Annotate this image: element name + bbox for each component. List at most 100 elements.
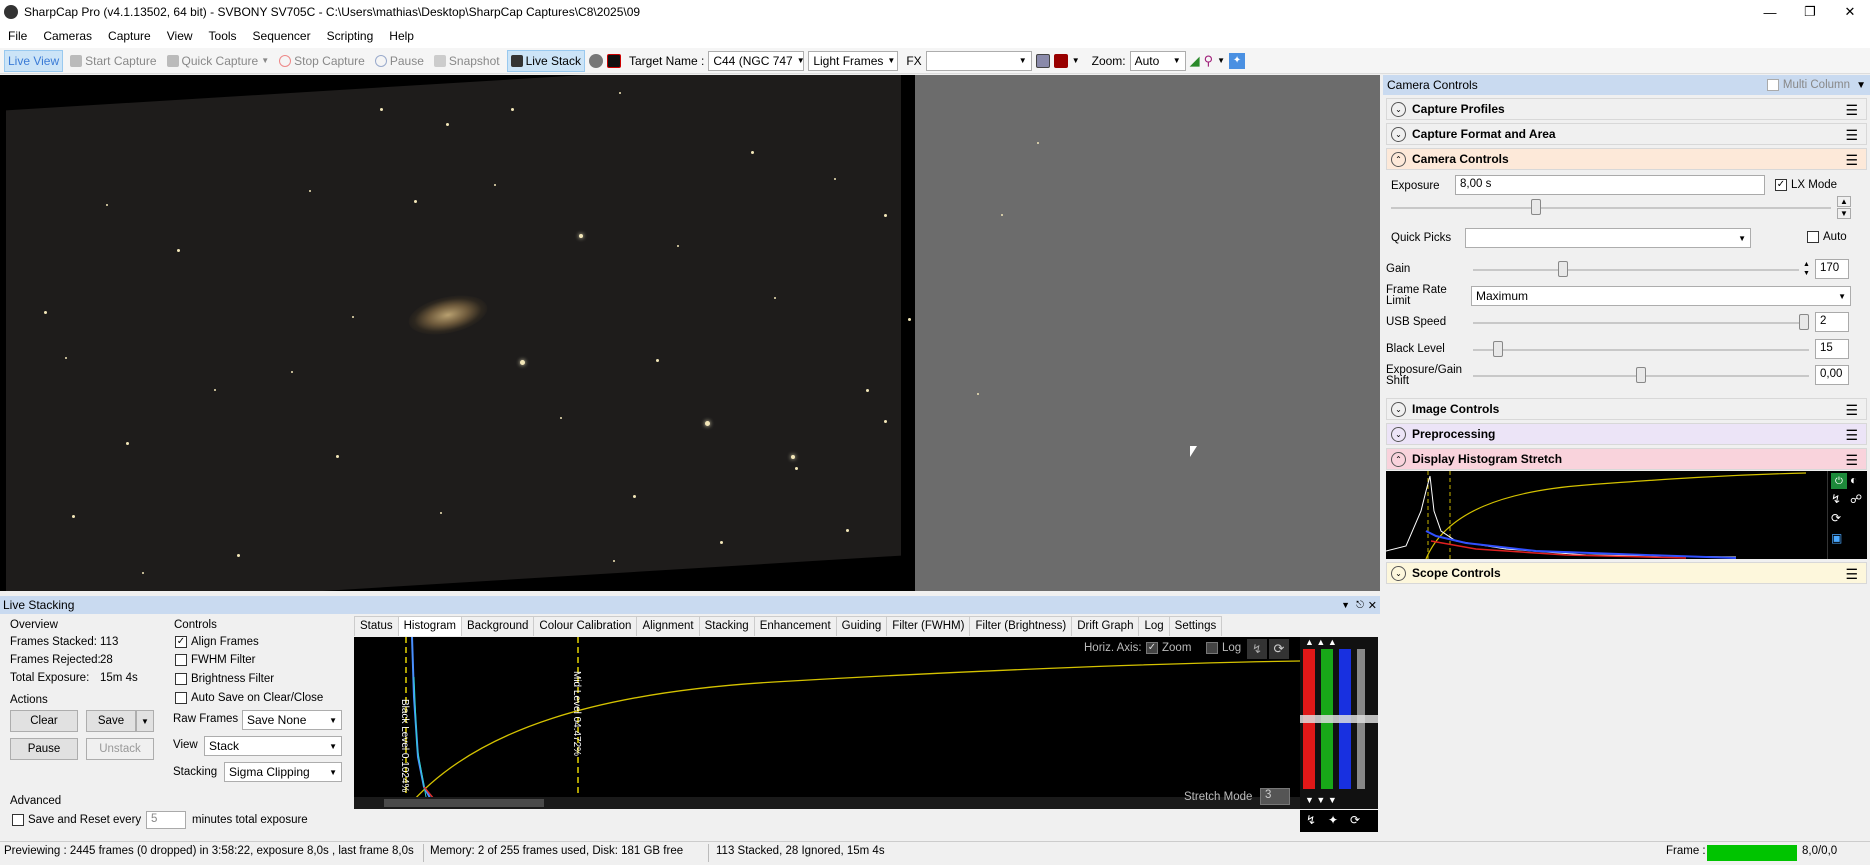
- align-frames-checkbox[interactable]: ✓ Align Frames: [175, 636, 259, 648]
- overlay-dropdown-icon[interactable]: ▼: [1072, 56, 1080, 65]
- menu-tools[interactable]: Tools: [201, 29, 245, 43]
- clear-button[interactable]: Clear: [10, 710, 78, 732]
- menu-icon[interactable]: ☰: [1845, 127, 1858, 144]
- menu-icon[interactable]: ☰: [1845, 566, 1858, 583]
- stretch-mode-input[interactable]: 3: [1260, 788, 1290, 805]
- raw-frames-select[interactable]: Save None ▼: [242, 710, 342, 730]
- minimize-button[interactable]: —: [1750, 0, 1790, 24]
- exposure-input[interactable]: 8,00 s: [1455, 175, 1765, 195]
- red-reticle-icon[interactable]: [606, 53, 621, 68]
- display-histogram[interactable]: ⏻ ◐ ↯ ☍ ⟳ ▣: [1386, 471, 1867, 559]
- histogram-scrollbar-thumb[interactable]: [384, 799, 544, 807]
- save-reset-checkbox[interactable]: Save and Reset every: [12, 814, 141, 826]
- reset-histogram-icon[interactable]: ⟳: [1269, 639, 1289, 659]
- contrast-icon[interactable]: ◐: [1850, 473, 1866, 489]
- menu-view[interactable]: View: [159, 29, 201, 43]
- tab-status[interactable]: Status: [354, 616, 399, 636]
- gain-spin[interactable]: ▲ ▼: [1803, 260, 1810, 278]
- reset-icon[interactable]: ⟳: [1350, 813, 1360, 827]
- exposure-spin-down[interactable]: ▼: [1837, 208, 1851, 219]
- section-scope-controls[interactable]: ⌄ Scope Controls ☰: [1386, 562, 1867, 584]
- close-button[interactable]: ✕: [1830, 0, 1870, 24]
- power-icon[interactable]: ⏻: [1831, 473, 1847, 489]
- stop-capture-button[interactable]: Stop Capture: [276, 50, 368, 72]
- snapshot-button[interactable]: Snapshot: [431, 50, 503, 72]
- restore-button[interactable]: ❐: [1790, 0, 1830, 24]
- lx-mode-checkbox[interactable]: ✓ LX Mode: [1775, 179, 1837, 191]
- reset-icon[interactable]: ⟳: [1831, 511, 1847, 527]
- quick-capture-button[interactable]: Quick Capture ▼: [164, 50, 273, 72]
- up-arrow-icon[interactable]: ▲ ▲ ▲: [1305, 637, 1337, 647]
- usb-speed-slider-thumb[interactable]: [1799, 314, 1809, 330]
- tab-enhancement[interactable]: Enhancement: [753, 616, 837, 636]
- tab-log[interactable]: Log: [1138, 616, 1170, 636]
- menu-scripting[interactable]: Scripting: [319, 29, 382, 43]
- menu-file[interactable]: File: [0, 29, 35, 43]
- menu-cameras[interactable]: Cameras: [35, 29, 100, 43]
- menu-icon[interactable]: ☰: [1845, 152, 1858, 169]
- tab-filter-fwhm[interactable]: Filter (FWHM): [886, 616, 971, 636]
- exposure-gain-shift-input[interactable]: 0,00: [1815, 365, 1849, 385]
- lock-icon[interactable]: ☍: [1850, 492, 1866, 508]
- log-checkbox[interactable]: Log: [1206, 642, 1241, 654]
- quick-picks-select[interactable]: ▼: [1465, 228, 1751, 248]
- exposure-spin-up[interactable]: ▲: [1837, 196, 1851, 207]
- tab-stacking[interactable]: Stacking: [698, 616, 755, 636]
- tab-colour-calibration[interactable]: Colour Calibration: [533, 616, 638, 636]
- fwhm-filter-checkbox[interactable]: FWHM Filter: [175, 654, 256, 666]
- star-icon[interactable]: ✦: [1328, 813, 1338, 827]
- black-level-input[interactable]: 15: [1815, 339, 1849, 359]
- tab-guiding[interactable]: Guiding: [835, 616, 888, 636]
- exposure-slider-thumb[interactable]: [1531, 199, 1541, 215]
- slider-handles[interactable]: [1300, 715, 1378, 723]
- zoom-select[interactable]: Auto ▼: [1129, 50, 1186, 71]
- pause-stack-button[interactable]: Pause: [10, 738, 78, 760]
- section-image-controls[interactable]: ⌄ Image Controls ☰: [1386, 398, 1867, 420]
- unstack-button[interactable]: Unstack: [86, 738, 154, 760]
- menu-icon[interactable]: ☰: [1845, 427, 1858, 444]
- usb-speed-slider[interactable]: [1473, 322, 1809, 324]
- pin-icon[interactable]: ⎋: [1356, 600, 1364, 611]
- close-icon[interactable]: ✕: [1368, 599, 1377, 612]
- tab-filter-brightness[interactable]: Filter (Brightness): [969, 616, 1073, 636]
- section-capture-format[interactable]: ⌄ Capture Format and Area ☰: [1386, 123, 1867, 145]
- black-level-marker[interactable]: Black Level 0.1024%: [399, 699, 410, 793]
- usb-speed-input[interactable]: 2: [1815, 312, 1849, 332]
- save-button[interactable]: Save: [86, 710, 136, 732]
- frame-type-select[interactable]: Light Frames ▼: [808, 50, 899, 71]
- section-preprocessing[interactable]: ⌄ Preprocessing ☰: [1386, 423, 1867, 445]
- save-dropdown-button[interactable]: ▼: [136, 710, 154, 732]
- brightness-filter-checkbox[interactable]: Brightness Filter: [175, 673, 274, 685]
- view-select[interactable]: Stack ▼: [204, 736, 342, 756]
- menu-icon[interactable]: ☰: [1845, 102, 1858, 119]
- magnifier-icon[interactable]: ⚲: [1204, 53, 1214, 69]
- auto-checkbox[interactable]: Auto: [1807, 231, 1847, 243]
- multi-column-checkbox[interactable]: Multi Column: [1766, 78, 1850, 91]
- menu-help[interactable]: Help: [381, 29, 422, 43]
- section-camera-controls[interactable]: ⌃ Camera Controls ☰: [1386, 148, 1867, 170]
- live-view-button[interactable]: Live View: [4, 49, 64, 72]
- target-name-select[interactable]: C44 (NGC 747 ▼: [708, 50, 805, 71]
- menu-icon[interactable]: ☰: [1845, 402, 1858, 419]
- fx-select[interactable]: ▼: [925, 50, 1032, 71]
- down-arrow-icon[interactable]: ▼ ▼ ▼: [1305, 795, 1337, 805]
- lightning-icon[interactable]: ↯: [1831, 492, 1847, 508]
- grid-overlay-icon[interactable]: [1053, 53, 1068, 68]
- section-capture-profiles[interactable]: ⌄ Capture Profiles ☰: [1386, 98, 1867, 120]
- stacking-select[interactable]: Sigma Clipping ▼: [224, 762, 342, 782]
- menu-sequencer[interactable]: Sequencer: [245, 29, 319, 43]
- tab-settings[interactable]: Settings: [1168, 616, 1223, 636]
- tab-drift-graph[interactable]: Drift Graph: [1071, 616, 1140, 636]
- dropdown-icon[interactable]: ▼: [1341, 600, 1350, 610]
- auto-stretch-icon[interactable]: ↯: [1247, 639, 1267, 659]
- pause-button[interactable]: Pause: [372, 50, 427, 72]
- black-level-slider[interactable]: [1473, 349, 1809, 351]
- minutes-input[interactable]: 5: [146, 811, 186, 829]
- reticle-icon[interactable]: [1035, 53, 1050, 68]
- menu-capture[interactable]: Capture: [100, 29, 159, 43]
- tab-background[interactable]: Background: [461, 616, 535, 636]
- zoom-checkbox[interactable]: ✓ Zoom: [1146, 642, 1191, 654]
- gain-slider[interactable]: [1473, 269, 1799, 271]
- tab-alignment[interactable]: Alignment: [636, 616, 700, 636]
- pin-icon[interactable]: ▼: [1856, 80, 1866, 91]
